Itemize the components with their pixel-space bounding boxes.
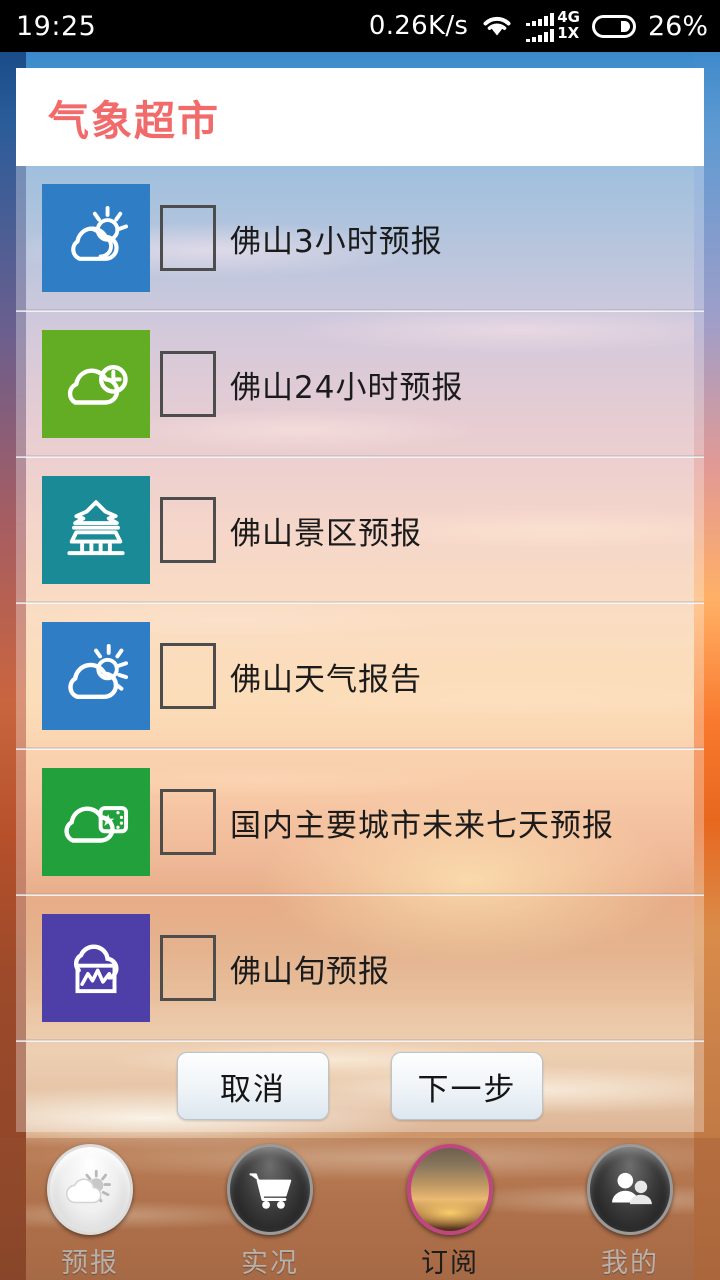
list-item[interactable]: 佛山天气报告 (16, 604, 704, 750)
list-item-label: 佛山景区预报 (230, 515, 422, 552)
sun-cloud-rays-icon (42, 622, 150, 730)
cloud-china-flag-icon (42, 768, 150, 876)
sun-behind-cloud-icon (42, 184, 150, 292)
item-checkbox[interactable] (160, 205, 216, 271)
list-item[interactable]: 国内主要城市未来七天预报 (16, 750, 704, 896)
app-title-bar: 气象超市 (16, 68, 704, 166)
action-buttons: 取消 下一步 (0, 1052, 720, 1120)
nav-item-subscribe[interactable]: 订阅 (360, 1138, 540, 1280)
bottom-navigation: 预报 实况 订阅 我的 (0, 1138, 720, 1280)
battery-icon (591, 14, 636, 38)
signal-bars-icon: 4G 1X (526, 9, 580, 42)
page-title: 气象超市 (48, 97, 220, 145)
wifi-icon (480, 11, 514, 41)
status-clock: 19:25 (16, 10, 97, 42)
item-checkbox[interactable] (160, 935, 216, 1001)
list-item-label: 佛山旬预报 (230, 953, 390, 990)
item-checkbox[interactable] (160, 497, 216, 563)
net-type-secondary: 1X (557, 24, 580, 42)
nav-item-live[interactable]: 实况 (180, 1138, 360, 1280)
item-checkbox[interactable] (160, 643, 216, 709)
nav-label-mine: 我的 (601, 1248, 659, 1279)
people-icon (587, 1144, 673, 1235)
nav-item-forecast[interactable]: 预报 (0, 1138, 180, 1280)
nav-item-mine[interactable]: 我的 (540, 1138, 720, 1280)
list-item-label: 佛山天气报告 (230, 661, 422, 698)
list-item[interactable]: 佛山24小时预报 (16, 312, 704, 458)
next-step-button[interactable]: 下一步 (391, 1052, 543, 1120)
status-indicators: 0.26K/s 4G 1X 26% (368, 9, 708, 42)
item-checkbox[interactable] (160, 351, 216, 417)
network-speed: 0.26K/s (368, 11, 469, 41)
list-item-label: 佛山3小时预报 (230, 223, 443, 260)
nav-label-live: 实况 (241, 1248, 299, 1279)
status-bar: 19:25 0.26K/s 4G 1X 26% (0, 0, 720, 52)
shopping-cart-icon (227, 1144, 313, 1235)
nav-label-subscribe: 订阅 (421, 1248, 479, 1279)
cloud-chart-icon (42, 914, 150, 1022)
cloud-clock-icon (42, 330, 150, 438)
list-item[interactable]: 佛山景区预报 (16, 458, 704, 604)
list-item-label: 佛山24小时预报 (230, 369, 464, 406)
pagoda-icon (42, 476, 150, 584)
battery-percent: 26% (647, 10, 708, 42)
product-list-panel: 佛山3小时预报 佛山24小时预报 佛山景区预报 佛山天气报告 国内主要城市未来七… (16, 166, 704, 1132)
list-item[interactable]: 佛山3小时预报 (16, 166, 704, 312)
phone-screen: 19:25 0.26K/s 4G 1X 26% 气象超市 佛山3小时预报 佛山2… (0, 0, 720, 1280)
nav-label-forecast: 预报 (61, 1248, 119, 1279)
cancel-button[interactable]: 取消 (177, 1052, 329, 1120)
sunset-photo-icon (407, 1144, 493, 1235)
list-item-label: 国内主要城市未来七天预报 (230, 807, 614, 844)
item-checkbox[interactable] (160, 789, 216, 855)
list-item[interactable]: 佛山旬预报 (16, 896, 704, 1042)
sun-cloud-icon (47, 1144, 133, 1235)
